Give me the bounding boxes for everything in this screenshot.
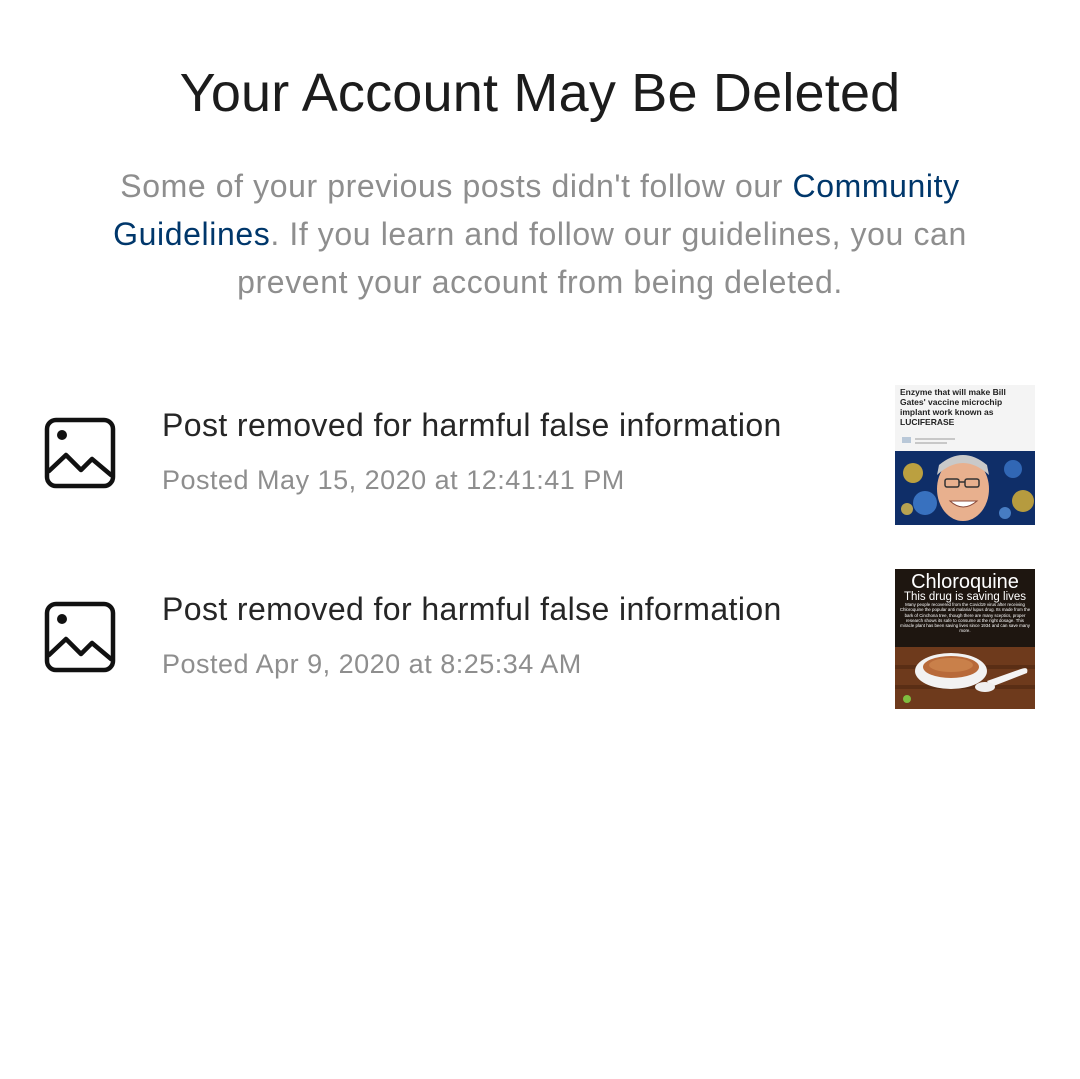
post-thumbnail[interactable]: Enzyme that will make Bill Gates' vaccin… [895,385,1035,525]
post-removed-title: Post removed for harmful false informati… [162,591,782,627]
image-icon [44,417,116,489]
post-timestamp: Posted May 15, 2020 at 12:41:41 PM [162,465,625,495]
page-title: Your Account May Be Deleted [179,63,901,123]
post-removed-title: Post removed for harmful false informati… [162,407,782,443]
notice-text-before: Some of your previous posts didn't follo… [120,168,793,204]
post-thumbnail[interactable]: Chloroquine This drug is saving lives Ma… [895,569,1035,709]
post-timestamp: Posted Apr 9, 2020 at 8:25:34 AM [162,649,582,679]
removed-post-item[interactable]: Post removed for harmful false informati… [0,385,1080,525]
thumbnail-headline: Chloroquine [911,571,1019,593]
notice-text: Some of your previous posts didn't follo… [60,162,1020,306]
thumbnail-headline: Enzyme that will make Bill Gates' vaccin… [900,387,1006,427]
notice-text-after: . If you learn and follow our guidelines… [237,216,967,300]
image-icon [44,601,116,673]
thumbnail-body: Many people recovered from the Covid19 v… [899,602,1031,634]
removed-post-item[interactable]: Post removed for harmful false informati… [0,569,1080,709]
